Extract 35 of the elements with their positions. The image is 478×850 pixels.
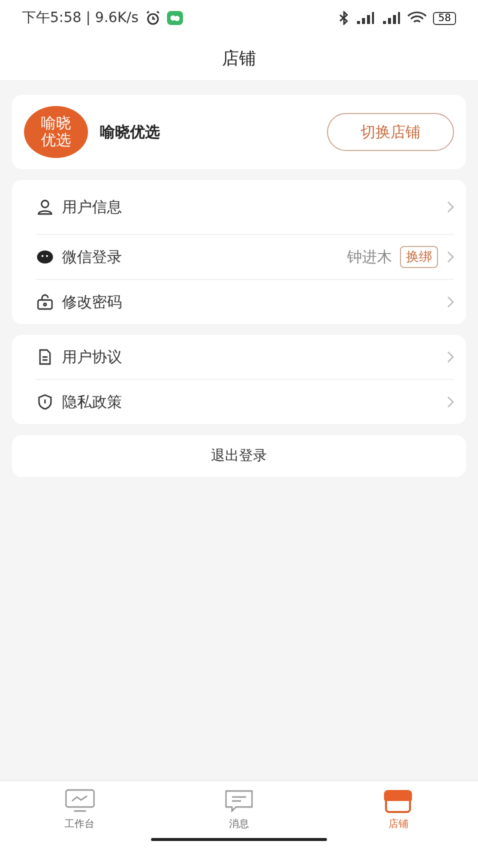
- status-time: 下午5:58 | 9.6K/s: [22, 9, 139, 27]
- person-icon: [36, 198, 54, 216]
- store-logo: 喻晓 优选: [24, 106, 88, 158]
- menu-item-label[interactable]: 微信登录: [62, 248, 339, 266]
- tab-item[interactable]: 店铺: [318, 781, 478, 832]
- menu-item-label[interactable]: 用户信息: [62, 198, 438, 216]
- signal-icon: [355, 11, 376, 25]
- chat-app-icon: [166, 11, 183, 25]
- signal-icon: [381, 11, 402, 25]
- chevron-right-icon: [446, 396, 454, 408]
- bound-account-name: 钟进木: [347, 248, 392, 266]
- logout-button[interactable]: 退出登录: [12, 435, 466, 477]
- switch-store-button[interactable]: 切换店铺: [327, 113, 454, 151]
- store-icon: [383, 789, 414, 813]
- chevron-right-icon: [446, 351, 454, 363]
- tab-item[interactable]: 工作台: [0, 781, 160, 832]
- rebind-button[interactable]: 换绑: [400, 246, 438, 268]
- battery-level: 58: [433, 12, 456, 24]
- menu-item-label[interactable]: 用户协议: [62, 348, 438, 366]
- menu-item-label[interactable]: 隐私政策: [62, 392, 438, 412]
- page-title: 店铺: [222, 48, 256, 70]
- wifi-icon: [407, 11, 428, 25]
- chevron-right-icon: [446, 296, 454, 308]
- menu-item-label[interactable]: 修改密码: [62, 292, 438, 312]
- alarm-clock-icon: [144, 10, 161, 26]
- lock-icon: [36, 293, 54, 311]
- bluetooth-icon: [339, 11, 350, 25]
- chevron-right-icon: [446, 201, 454, 213]
- monitor-icon: [64, 789, 95, 813]
- tab-item[interactable]: 消息: [159, 781, 319, 832]
- store-name: 喻晓优选: [100, 122, 161, 142]
- chat-bubbles-icon: [36, 248, 54, 266]
- shield-icon: [36, 393, 54, 411]
- chevron-right-icon: [446, 251, 454, 263]
- message-icon: [224, 789, 254, 813]
